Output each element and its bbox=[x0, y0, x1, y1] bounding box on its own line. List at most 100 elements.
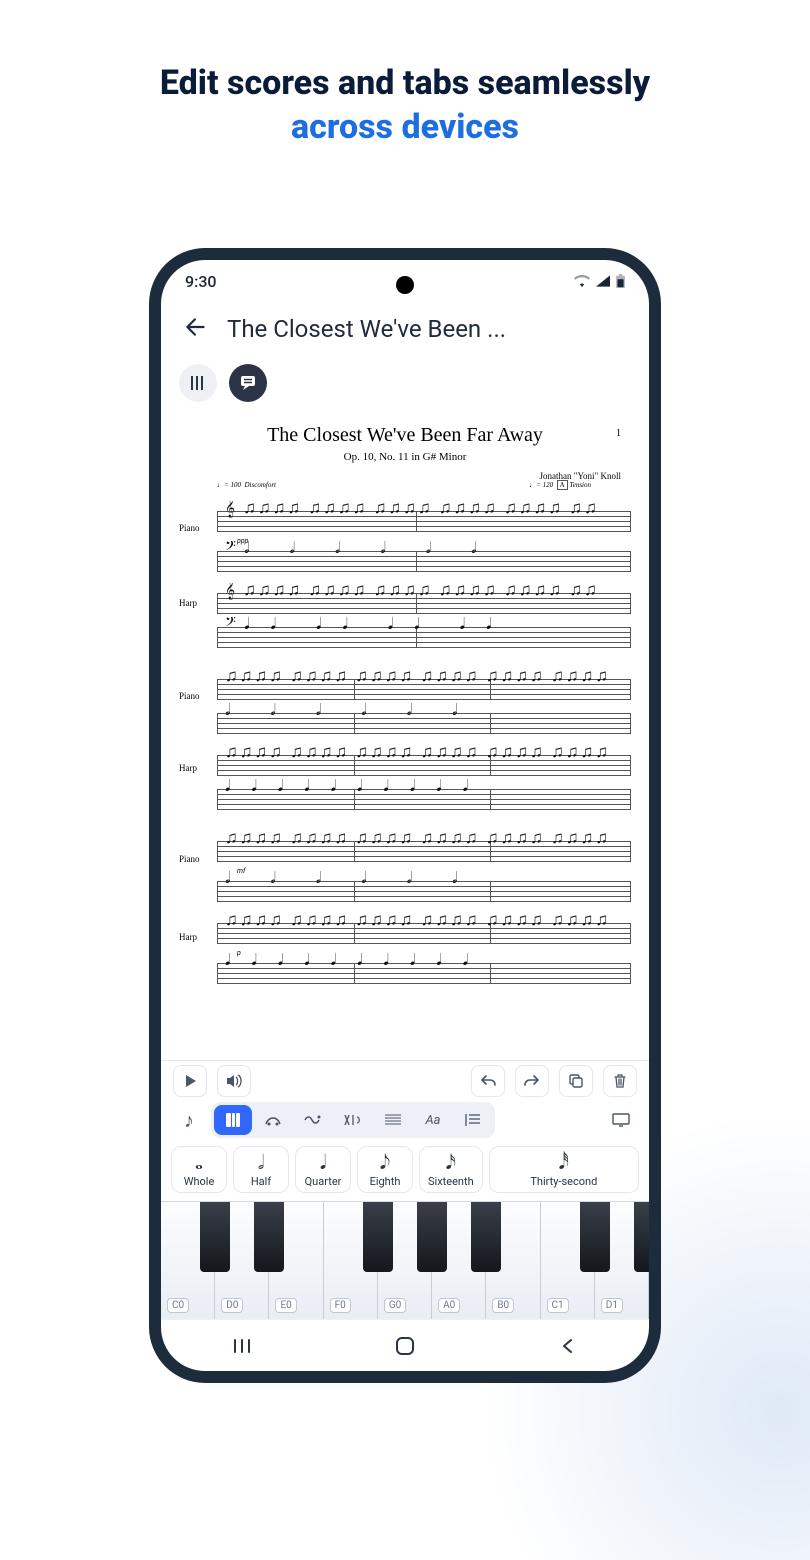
tempo-mark-2: ♩= 120 bbox=[529, 481, 553, 489]
battery-icon bbox=[616, 274, 625, 288]
copy-button[interactable] bbox=[559, 1065, 593, 1097]
android-navbar bbox=[161, 1319, 649, 1371]
key-label: F0 bbox=[330, 1298, 351, 1313]
key-gs0[interactable] bbox=[417, 1202, 447, 1272]
category-layout[interactable] bbox=[454, 1105, 492, 1135]
undo-icon bbox=[480, 1074, 496, 1088]
back-button[interactable] bbox=[183, 314, 209, 344]
instrument-label-harp: Harp bbox=[179, 598, 217, 608]
note-glyph: 𝅘𝅥 bbox=[320, 1151, 326, 1173]
key-ds0[interactable] bbox=[254, 1202, 284, 1272]
duration-label: Thirty-second bbox=[530, 1175, 597, 1188]
nav-recents[interactable] bbox=[222, 1326, 262, 1366]
durations-icon bbox=[224, 1111, 242, 1129]
promo-headline: Edit scores and tabs seamlessly across d… bbox=[0, 0, 810, 149]
recents-icon bbox=[232, 1338, 252, 1354]
note-input-button[interactable]: ♪ bbox=[173, 1104, 205, 1136]
system-1: Piano Harp 𝄞 ♫♫♫♫ ♫♫♫♫ ♫♫♫♫ ♫♫♫♫ ♫♫♫♫ ♫♫… bbox=[179, 507, 631, 657]
key-label: B0 bbox=[492, 1298, 514, 1313]
duration-label: Sixteenth bbox=[428, 1175, 474, 1188]
key-ds1[interactable] bbox=[634, 1202, 649, 1272]
key-label: D1 bbox=[601, 1298, 623, 1313]
app-header: The Closest We've Been ... bbox=[161, 302, 649, 356]
staff: ♫♫♫♫ ♫♫♫♫ ♫♫♫♫ ♫♫♫♫ ♫♫♫♫ ♫♫♫♫ bbox=[217, 675, 631, 703]
duration-quarter[interactable]: 𝅘𝅥 Quarter bbox=[295, 1146, 351, 1193]
comments-toggle[interactable] bbox=[229, 364, 267, 402]
note-glyph: 𝅝 bbox=[195, 1151, 203, 1173]
page-title: The Closest We've Been ... bbox=[227, 315, 506, 343]
system-2: Piano Harp ♫♫♫♫ ♫♫♫♫ ♫♫♫♫ ♫♫♫♫ ♫♫♫♫ ♫♫♫♫… bbox=[179, 675, 631, 819]
key-as0[interactable] bbox=[471, 1202, 501, 1272]
staff: 𝅗𝅥 𝅗𝅥 𝅗𝅥 𝅗𝅥 𝅗𝅥 𝅗𝅥 bbox=[217, 709, 631, 737]
staff: 𝄞 ♫♫♫♫ ♫♫♫♫ ♫♫♫♫ ♫♫♫♫ ♫♫♫♫ ♫♫ bbox=[217, 589, 631, 617]
staff: ♫♫♫♫ ♫♫♫♫ ♫♫♫♫ ♫♫♫♫ ♫♫♫♫ ♫♫♫♫ bbox=[217, 837, 631, 865]
duration-label: Quarter bbox=[305, 1175, 342, 1188]
play-button[interactable] bbox=[173, 1065, 207, 1097]
redo-button[interactable] bbox=[515, 1065, 549, 1097]
category-articulations[interactable] bbox=[254, 1105, 292, 1135]
nav-home[interactable] bbox=[385, 1326, 425, 1366]
staff: 𝄞 ♫♫♫♫ ♫♫♫♫ ♫♫♫♫ ♫♫♫♫ ♫♫♫♫ ♫♫ bbox=[217, 507, 631, 535]
category-durations[interactable] bbox=[214, 1105, 252, 1135]
category-ornaments[interactable] bbox=[294, 1105, 332, 1135]
expression-mark-2: Tension bbox=[569, 481, 591, 489]
play-icon bbox=[183, 1074, 197, 1088]
chevron-left-icon bbox=[560, 1338, 576, 1354]
keyboard-toggle[interactable] bbox=[605, 1104, 637, 1136]
duration-eighth[interactable]: 𝅘𝅥𝅮 Eighth bbox=[357, 1146, 413, 1193]
playback-toolbar bbox=[161, 1060, 649, 1100]
staff: ♫♫♫♫ ♫♫♫♫ ♫♫♫♫ ♫♫♫♫ ♫♫♫♫ ♫♫♫♫ bbox=[217, 919, 631, 947]
category-measures[interactable] bbox=[374, 1105, 412, 1135]
redo-icon bbox=[524, 1074, 540, 1088]
key-cs1[interactable] bbox=[580, 1202, 610, 1272]
category-text[interactable]: Aa bbox=[414, 1105, 452, 1135]
key-label: E0 bbox=[275, 1298, 296, 1313]
phone-screen: 9:30 The Closest We've Been ... bbox=[161, 260, 649, 1371]
delete-button[interactable] bbox=[603, 1065, 637, 1097]
barlines-icon bbox=[190, 375, 206, 391]
score-subtitle: Op. 10, No. 11 in G# Minor bbox=[179, 451, 631, 463]
undo-button[interactable] bbox=[471, 1065, 505, 1097]
key-cs0[interactable] bbox=[200, 1202, 230, 1272]
key-fs0[interactable] bbox=[363, 1202, 393, 1272]
signal-icon bbox=[596, 275, 610, 287]
system-markings: ♩= 100 Discomfort ♩= 120 A Tension bbox=[217, 481, 631, 489]
instrument-label-piano: Piano bbox=[179, 691, 217, 701]
instrument-label-harp: Harp bbox=[179, 932, 217, 942]
note-glyph: 𝅘𝅥𝅰 bbox=[559, 1151, 569, 1173]
measure-icon bbox=[384, 1114, 402, 1126]
duration-sixteenth[interactable]: 𝅘𝅥𝅯Sixteenth bbox=[419, 1146, 483, 1193]
nav-back[interactable] bbox=[548, 1326, 588, 1366]
barlines-toggle[interactable] bbox=[179, 364, 217, 402]
note-icon: ♪ bbox=[184, 1108, 194, 1133]
staff: 𝅘𝅥 𝅘𝅥 𝅘𝅥 𝅘𝅥 𝅘𝅥 𝅘𝅥 𝅘𝅥 𝅘𝅥 𝅘𝅥 𝅘𝅥 bbox=[217, 959, 631, 987]
status-time: 9:30 bbox=[185, 272, 217, 291]
trash-icon bbox=[613, 1074, 627, 1088]
note-glyph: 𝅗𝅥 bbox=[258, 1151, 264, 1173]
key-label: C1 bbox=[547, 1298, 569, 1313]
note-glyph: 𝅘𝅥𝅮 bbox=[380, 1151, 390, 1173]
staff: 𝅘𝅥 𝅘𝅥 𝅘𝅥 𝅘𝅥 𝅘𝅥 𝅘𝅥 𝅘𝅥 𝅘𝅥 𝅘𝅥 𝅘𝅥 bbox=[217, 785, 631, 813]
duration-whole[interactable]: 𝅝Whole bbox=[171, 1146, 227, 1193]
phone-frame: 9:30 The Closest We've Been ... bbox=[149, 248, 661, 1383]
piano-keyboard[interactable]: C0 D0 E0 F0 G0 A0 B0 C1 D1 bbox=[161, 1201, 649, 1319]
category-dynamics[interactable] bbox=[334, 1105, 372, 1135]
duration-label: Half bbox=[251, 1175, 271, 1188]
view-toggle-row bbox=[161, 356, 649, 402]
speaker-icon bbox=[226, 1074, 242, 1088]
volume-button[interactable] bbox=[217, 1065, 251, 1097]
duration-half[interactable]: 𝅗𝅥 Half bbox=[233, 1146, 289, 1193]
wifi-icon bbox=[574, 275, 590, 287]
monitor-icon bbox=[612, 1113, 630, 1127]
key-label: C0 bbox=[167, 1298, 189, 1313]
dynamics-icon bbox=[343, 1113, 363, 1127]
duration-row: 𝅝Whole 𝅗𝅥 Half 𝅘𝅥 Quarter 𝅘𝅥𝅮 Eighth 𝅘𝅥𝅯Six… bbox=[161, 1140, 649, 1201]
system-3: Piano Harp ♫♫♫♫ ♫♫♫♫ ♫♫♫♫ ♫♫♫♫ ♫♫♫♫ ♫♫♫♫… bbox=[179, 837, 631, 993]
promo-line1: Edit scores and tabs seamlessly bbox=[160, 63, 650, 103]
instrument-label-harp: Harp bbox=[179, 763, 217, 773]
duration-label: Eighth bbox=[370, 1175, 401, 1188]
score-title: The Closest We've Been Far Away bbox=[179, 424, 631, 447]
score-viewport[interactable]: 1 The Closest We've Been Far Away Op. 10… bbox=[161, 402, 649, 1060]
duration-thirtysecond[interactable]: 𝅘𝅥𝅰 Thirty-second bbox=[489, 1146, 639, 1193]
staff: ♫♫♫♫ ♫♫♫♫ ♫♫♫♫ ♫♫♫♫ ♫♫♫♫ ♫♫♫♫ bbox=[217, 751, 631, 779]
